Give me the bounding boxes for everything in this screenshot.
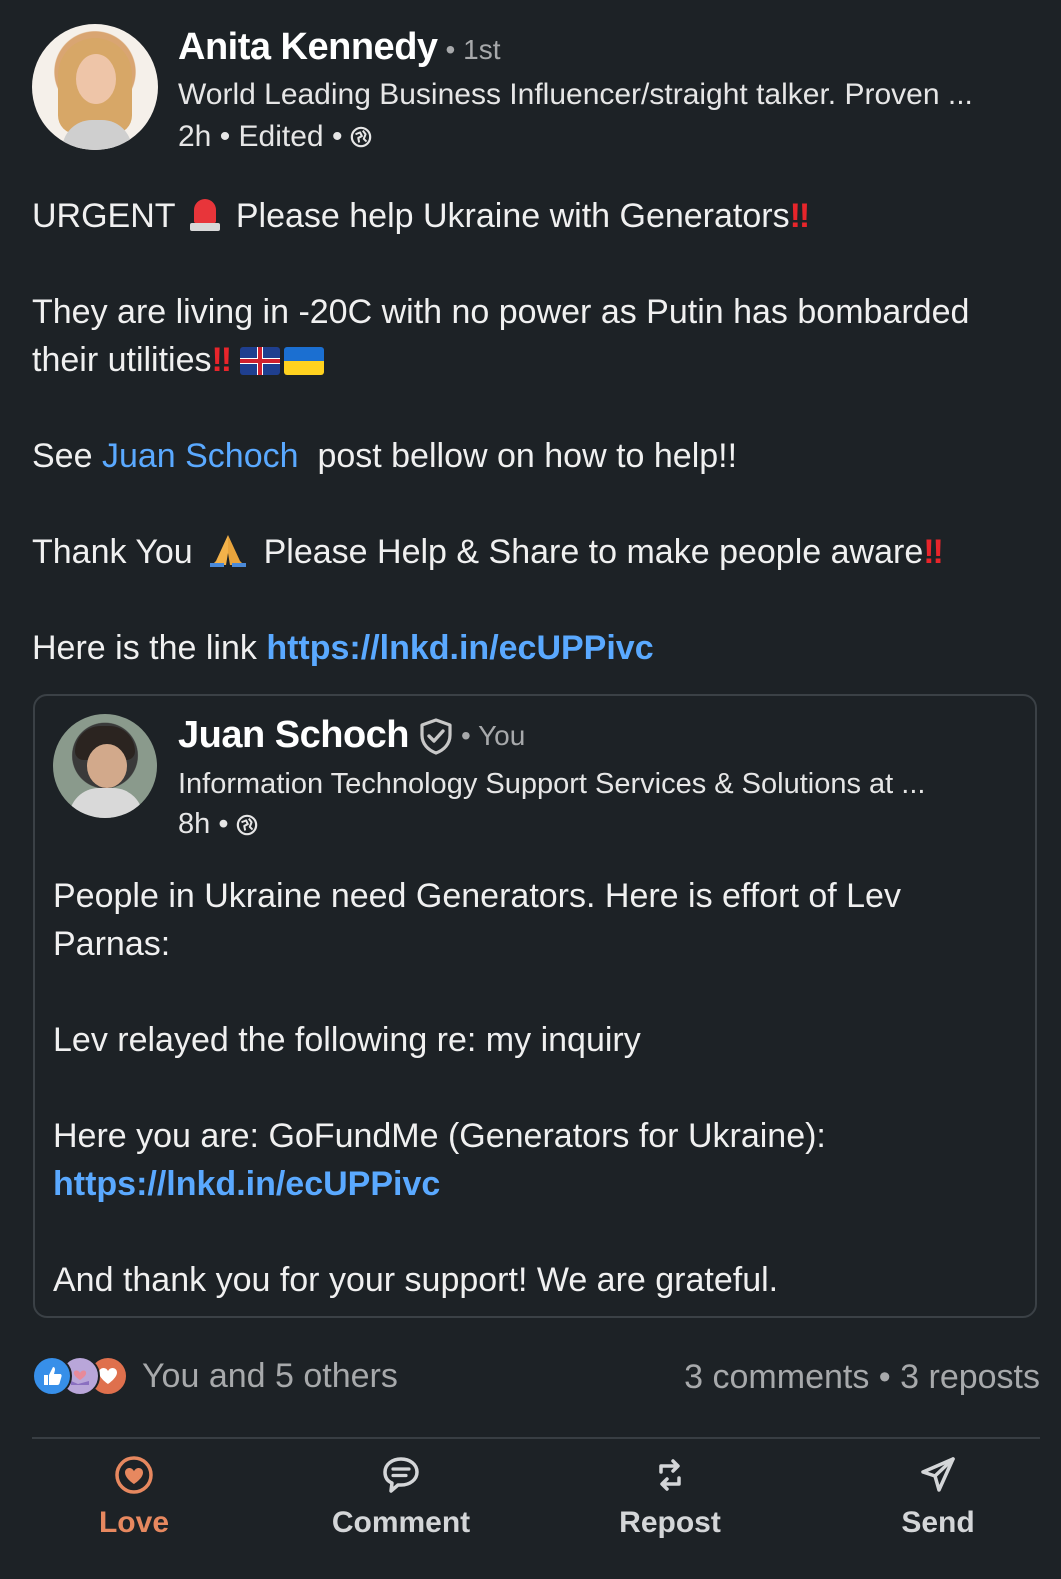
shared-paragraph: People in Ukraine need Generators. Here … — [53, 877, 901, 963]
repost-icon — [659, 1459, 681, 1491]
shared-post-meta: 8h • — [178, 808, 258, 841]
author-headline[interactable]: World Leading Business Influencer/straig… — [178, 78, 973, 112]
shared-author-headline: Information Technology Support Services … — [178, 768, 926, 800]
love-button[interactable]: Love — [34, 1454, 234, 1540]
post-paragraph: They are living in -20C with no power as… — [32, 288, 1042, 384]
double-exclamation-icon: ‼ — [211, 341, 232, 379]
love-icon — [115, 1456, 153, 1494]
shared-author-you-label: • You — [461, 719, 526, 751]
shared-post-time: 8h • — [178, 808, 229, 840]
author-avatar[interactable] — [32, 24, 158, 150]
shared-author-name[interactable]: Juan Schoch — [178, 714, 410, 757]
post-text: URGENT — [32, 197, 175, 235]
globe-icon — [237, 814, 258, 835]
post-text: Please help Ukraine with Generators — [235, 197, 790, 235]
post-text: See — [32, 437, 102, 475]
shared-paragraph: And thank you for your support! We are g… — [53, 1261, 779, 1299]
shared-post-link[interactable]: https://lnkd.in/ecUPPivc — [53, 1165, 440, 1203]
comment-label: Comment — [331, 1506, 471, 1539]
love-label: Love — [98, 1506, 170, 1539]
uk-flag-icon — [239, 347, 280, 375]
shared-text: Here you are: GoFundMe (Generators for U… — [53, 1117, 826, 1155]
send-button[interactable]: Send — [838, 1454, 1038, 1540]
double-exclamation-icon: ‼ — [789, 197, 810, 235]
connection-degree: • 1st — [445, 34, 501, 65]
repost-label: Repost — [619, 1506, 721, 1539]
send-label: Send — [901, 1506, 975, 1539]
like-icon — [32, 1356, 72, 1396]
reshared-post-card[interactable]: Juan Schoch • You Information Technology… — [33, 694, 1037, 1318]
divider — [32, 1437, 1040, 1439]
author-name-row: Anita Kennedy • 1st — [178, 26, 500, 69]
comments-reposts-count[interactable]: 3 comments • 3 reposts — [684, 1358, 1040, 1397]
post-body: URGENT Please help Ukraine with Generato… — [32, 192, 1042, 672]
reactions-count-text[interactable]: You and 5 others — [142, 1357, 398, 1396]
post-paragraph: Thank You Please Help & Share to make pe… — [32, 528, 1042, 576]
post-meta: 2h • Edited • — [178, 120, 372, 154]
reactions-summary[interactable]: You and 5 others — [32, 1356, 398, 1396]
post-text: post bellow on how to help!! — [298, 437, 738, 475]
post-time: 2h • Edited • — [178, 120, 343, 153]
mention-link[interactable]: Juan Schoch — [102, 437, 299, 475]
shared-author-avatar[interactable] — [53, 714, 157, 818]
globe-icon — [351, 126, 372, 148]
post-text: Thank You — [32, 533, 193, 571]
repost-button[interactable]: Repost — [570, 1454, 770, 1540]
shared-post-body: People in Ukraine need Generators. Here … — [53, 872, 1013, 1304]
post-paragraph: URGENT Please help Ukraine with Generato… — [32, 192, 1042, 240]
verified-shield-icon — [420, 717, 452, 755]
shared-author-name-row: Juan Schoch • You — [178, 714, 525, 757]
post-text: Here is the link — [32, 629, 267, 667]
author-name[interactable]: Anita Kennedy — [178, 26, 438, 69]
folded-hands-icon — [210, 535, 247, 567]
siren-emoji-icon — [188, 195, 222, 233]
ukraine-flag-icon — [283, 347, 324, 375]
send-icon — [921, 1457, 955, 1492]
post-link[interactable]: https://lnkd.in/ecUPPivc — [266, 629, 653, 667]
post-paragraph: See Juan Schoch post bellow on how to he… — [32, 432, 1042, 480]
post-paragraph: Here is the link https://lnkd.in/ecUPPiv… — [32, 624, 1042, 672]
comment-icon — [383, 1457, 419, 1493]
double-exclamation-icon: ‼ — [923, 533, 943, 571]
post-text: They are living in -20C with no power as… — [32, 293, 970, 379]
shared-paragraph: Here you are: GoFundMe (Generators for U… — [53, 1112, 1013, 1208]
shared-paragraph: Lev relayed the following re: my inquiry — [53, 1021, 641, 1059]
feed-post: Anita Kennedy • 1st World Leading Busine… — [0, 0, 1061, 1579]
comment-button[interactable]: Comment — [301, 1454, 501, 1540]
post-text: Please Help & Share to make people aware — [263, 533, 924, 571]
